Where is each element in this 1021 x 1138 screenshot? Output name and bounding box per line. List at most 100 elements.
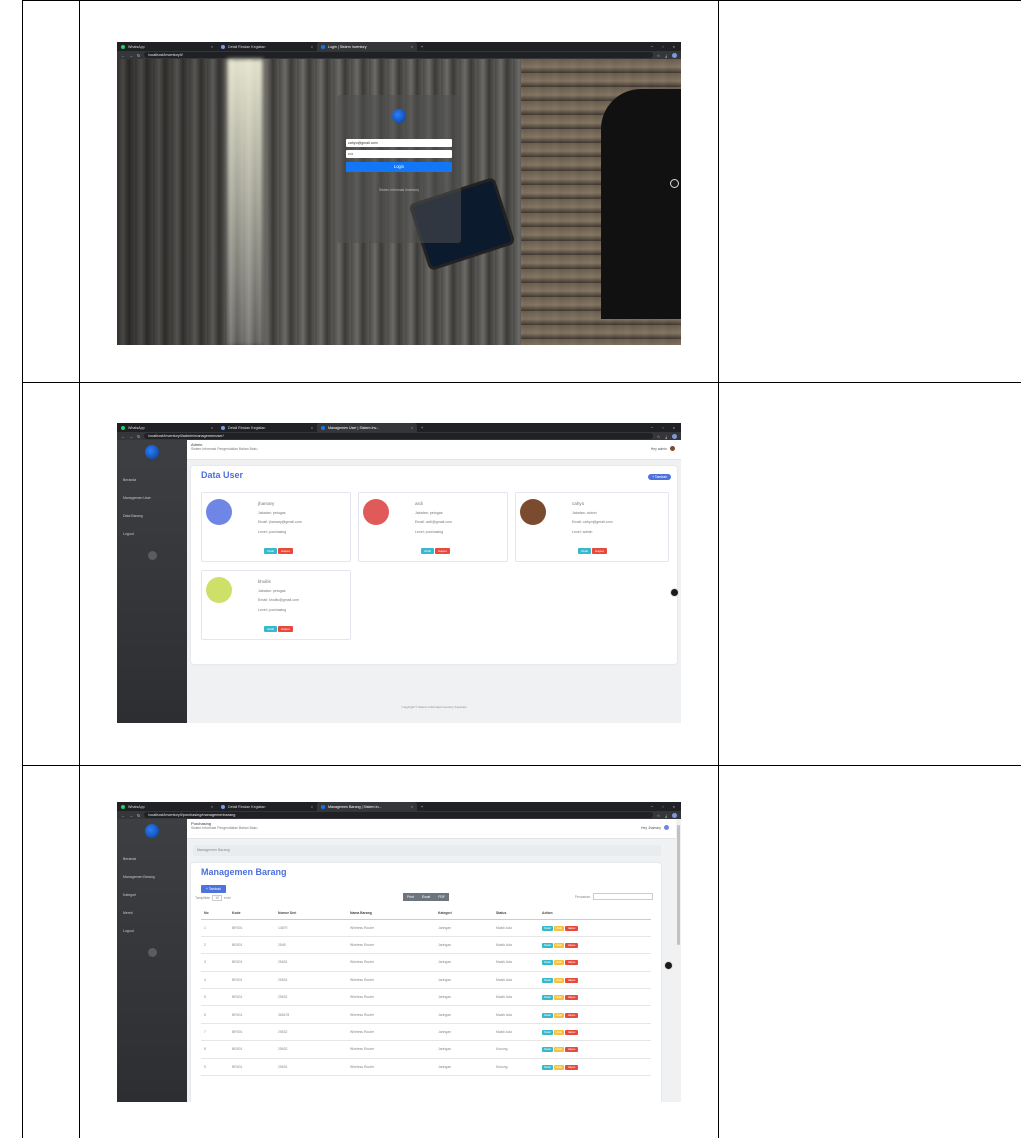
scroll-thumb[interactable] — [677, 825, 680, 945]
delete-button[interactable]: Hapus — [564, 977, 579, 983]
new-tab-button[interactable]: + — [417, 423, 427, 432]
sidebar-item-data-barang[interactable]: Data Barang — [117, 507, 187, 525]
column-header[interactable]: Nomor Seri — [275, 907, 347, 920]
edit-button[interactable]: Ubah — [421, 548, 435, 554]
forward-icon[interactable]: → — [129, 434, 133, 439]
new-tab-button[interactable]: + — [417, 42, 427, 51]
maximize-icon[interactable]: ▫ — [662, 44, 663, 49]
add-barang-button[interactable]: + Tambah — [201, 885, 226, 893]
star-icon[interactable]: ☆ — [657, 813, 661, 818]
reload-icon[interactable]: ↻ — [137, 53, 140, 58]
tab-whatsapp[interactable]: WhatsApp × — [117, 42, 217, 51]
search-input[interactable] — [593, 893, 653, 900]
sidebar-item-beranda[interactable]: Beranda — [117, 850, 187, 868]
back-icon[interactable]: ← — [121, 813, 125, 818]
detail-button[interactable]: Detail — [542, 977, 553, 983]
tab-detail[interactable]: Detail Rincian Kegiatan × — [217, 423, 317, 432]
profile-icon[interactable] — [672, 52, 677, 58]
minimize-icon[interactable]: − — [651, 425, 653, 430]
minimize-icon[interactable]: − — [651, 804, 653, 809]
edit-button[interactable]: Ubah — [553, 925, 564, 931]
sidebar-item-merek[interactable]: Merek — [117, 904, 187, 922]
edit-button[interactable]: Ubah — [553, 1012, 564, 1018]
profile-icon[interactable] — [672, 812, 677, 818]
close-window-icon[interactable]: × — [673, 44, 675, 49]
forward-icon[interactable]: → — [129, 53, 133, 58]
sidebar-item-managemen-user[interactable]: Managemen User — [117, 489, 187, 507]
tab-managemen-barang[interactable]: Managemen Barang | Sistem In... × — [317, 802, 417, 811]
back-icon[interactable]: ← — [121, 53, 125, 58]
maximize-icon[interactable]: ▫ — [662, 804, 663, 809]
detail-button[interactable]: Detail — [542, 1064, 553, 1070]
profile-icon[interactable] — [672, 433, 677, 439]
delete-button[interactable]: Hapus — [278, 626, 293, 632]
edit-button[interactable]: Ubah — [553, 995, 564, 1001]
sidebar-item-managemen-barang[interactable]: Managemen Barang — [117, 868, 187, 886]
close-icon[interactable]: × — [307, 426, 313, 430]
close-icon[interactable]: × — [307, 805, 313, 809]
detail-button[interactable]: Detail — [542, 1047, 553, 1053]
address-input[interactable]: localhost/inventoryIl/ — [144, 52, 653, 58]
edit-button[interactable]: Ubah — [264, 626, 278, 632]
login-button[interactable]: Login — [346, 162, 452, 172]
column-header[interactable]: Nama Barang — [347, 907, 435, 920]
chat-icon[interactable] — [670, 588, 679, 597]
user-menu[interactable]: Hey Jhamary — [641, 825, 669, 830]
close-icon[interactable]: × — [407, 426, 413, 430]
sidebar-item-beranda[interactable]: Beranda — [117, 471, 187, 489]
maximize-icon[interactable]: ▫ — [662, 425, 663, 430]
user-menu[interactable]: Hey admin — [651, 446, 675, 451]
add-user-button[interactable]: + Tambah — [648, 474, 671, 480]
detail-button[interactable]: Detail — [542, 960, 553, 966]
email-field[interactable]: cahyo@gmail.com — [346, 139, 452, 147]
close-icon[interactable]: × — [207, 45, 213, 49]
edit-button[interactable]: Ubah — [553, 1047, 564, 1053]
close-icon[interactable]: × — [207, 426, 213, 430]
reload-icon[interactable]: ↻ — [137, 434, 140, 439]
delete-button[interactable]: Hapus — [564, 960, 579, 966]
pdf-button[interactable]: PDF — [434, 893, 450, 901]
sidebar-item-logout[interactable]: Logout — [117, 922, 187, 940]
delete-button[interactable]: Hapus — [564, 943, 579, 949]
column-header[interactable]: Action — [539, 907, 651, 920]
delete-button[interactable]: Hapus — [564, 1012, 579, 1018]
page-length-select[interactable]: 10 — [212, 895, 223, 901]
column-header[interactable]: Status — [493, 907, 539, 920]
tab-detail[interactable]: Detail Rincian Kegiatan × — [217, 42, 317, 51]
download-icon[interactable]: ⤓ — [665, 434, 667, 439]
sidebar-item-kategori[interactable]: Kategori — [117, 886, 187, 904]
close-icon[interactable]: × — [407, 805, 413, 809]
edit-button[interactable]: Ubah — [553, 977, 564, 983]
back-icon[interactable]: ← — [121, 434, 125, 439]
delete-button[interactable]: Hapus — [278, 548, 293, 554]
edit-button[interactable]: Ubah — [578, 548, 592, 554]
column-header[interactable]: Kategori — [435, 907, 493, 920]
close-window-icon[interactable]: × — [673, 804, 675, 809]
edit-button[interactable]: Ubah — [264, 548, 278, 554]
detail-button[interactable]: Detail — [542, 1012, 553, 1018]
delete-button[interactable]: Hapus — [564, 995, 579, 1001]
download-icon[interactable]: ⤓ — [665, 813, 667, 818]
address-input[interactable]: localhost/inventoryIl/purchasing/managem… — [144, 812, 653, 818]
tab-detail[interactable]: Detail Rincian Kegiatan × — [217, 802, 317, 811]
star-icon[interactable]: ☆ — [657, 53, 661, 58]
delete-button[interactable]: Hapus — [592, 548, 607, 554]
star-icon[interactable]: ☆ — [657, 434, 661, 439]
edit-button[interactable]: Ubah — [553, 943, 564, 949]
close-icon[interactable]: × — [307, 45, 313, 49]
reload-icon[interactable]: ↻ — [137, 813, 140, 818]
column-header[interactable]: No — [201, 907, 229, 920]
chat-icon[interactable] — [670, 179, 679, 188]
tab-whatsapp[interactable]: WhatsApp × — [117, 802, 217, 811]
tab-managemen-user[interactable]: Managemen User | Sistem Inv... × — [317, 423, 417, 432]
password-field[interactable]: •••• — [346, 150, 452, 158]
delete-button[interactable]: Hapus — [435, 548, 450, 554]
tab-whatsapp[interactable]: WhatsApp × — [117, 423, 217, 432]
new-tab-button[interactable]: + — [417, 802, 427, 811]
print-button[interactable]: Print — [403, 893, 418, 901]
delete-button[interactable]: Hapus — [564, 1047, 579, 1053]
tab-login[interactable]: Login | Sistem Inventory × — [317, 42, 417, 51]
delete-button[interactable]: Hapus — [564, 1030, 579, 1036]
close-window-icon[interactable]: × — [673, 425, 675, 430]
edit-button[interactable]: Ubah — [553, 960, 564, 966]
